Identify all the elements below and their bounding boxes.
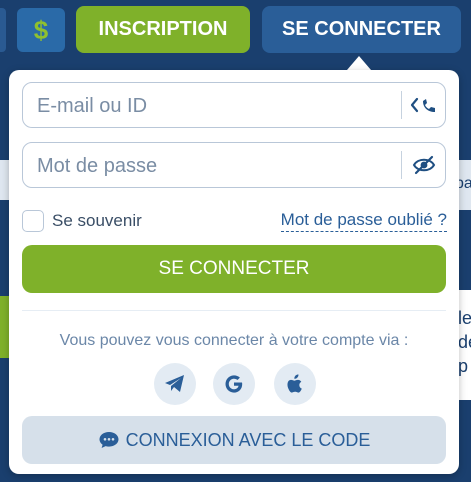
partial-button[interactable] xyxy=(0,8,6,52)
background-text: le xyxy=(458,308,471,328)
login-submit-button[interactable]: SE CONNECTER xyxy=(22,245,446,293)
inscription-button[interactable]: INSCRIPTION xyxy=(76,6,250,53)
background-text: de xyxy=(458,332,471,352)
field-divider xyxy=(401,91,402,119)
apple-icon xyxy=(285,373,305,395)
password-input[interactable] xyxy=(35,143,399,189)
remember-me[interactable]: Se souvenir xyxy=(22,208,142,234)
apple-button[interactable] xyxy=(274,363,316,405)
login-popup: Se souvenir Mot de passe oublié ? SE CON… xyxy=(9,70,459,474)
divider xyxy=(22,310,446,311)
phone-toggle-icon[interactable] xyxy=(407,91,441,119)
field-divider xyxy=(401,151,402,179)
top-bar: $ INSCRIPTION SE CONNECTER xyxy=(0,0,471,64)
email-input[interactable] xyxy=(35,83,399,129)
background-text: p xyxy=(458,356,469,376)
google-icon xyxy=(223,373,245,395)
forgot-password-link[interactable]: Mot de passe oublié ? xyxy=(280,210,447,232)
remember-label: Se souvenir xyxy=(52,211,142,230)
code-login-label: CONNEXION AVEC LE CODE xyxy=(125,429,371,450)
dollar-icon: $ xyxy=(33,14,49,45)
telegram-icon xyxy=(164,374,186,394)
telegram-button[interactable] xyxy=(154,363,196,405)
remember-checkbox[interactable] xyxy=(22,210,44,232)
password-field xyxy=(22,142,446,189)
google-button[interactable] xyxy=(213,363,255,405)
code-login-button[interactable]: CONNEXION AVEC LE CODE xyxy=(22,416,446,464)
email-field xyxy=(22,82,446,129)
social-login-text: Vous pouvez vous connecter à votre compt… xyxy=(59,332,409,349)
eye-off-icon[interactable] xyxy=(407,151,441,179)
connect-header-button[interactable]: SE CONNECTER xyxy=(262,6,461,53)
chat-icon xyxy=(98,430,120,450)
deposit-button[interactable]: $ xyxy=(17,8,65,52)
popup-pointer xyxy=(347,56,371,70)
